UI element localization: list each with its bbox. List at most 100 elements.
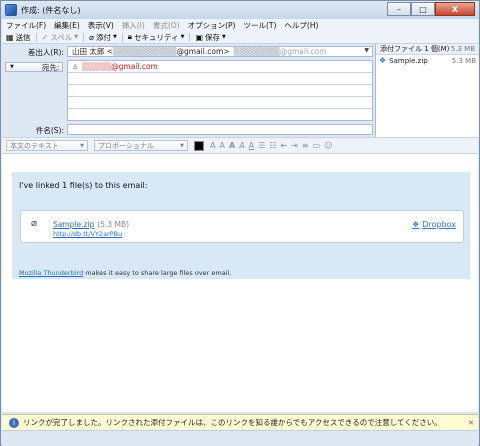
dropbox-label[interactable]: Dropbox bbox=[422, 220, 456, 229]
redacted-text: ▒▒▒▒▒ bbox=[82, 62, 112, 71]
attachment-total-size: 5.3 MB bbox=[450, 45, 475, 53]
chevron-down-icon: ▼ bbox=[10, 64, 14, 70]
toolbar-separator bbox=[83, 32, 85, 42]
underline-icon[interactable]: A bbox=[249, 141, 254, 150]
recipient-row[interactable]: ♙ ▒▒▒▒▒ @gmail.com bbox=[68, 61, 372, 73]
bullet-list-icon[interactable]: ☰ bbox=[258, 141, 265, 150]
menu-insert[interactable]: 挿入(I) bbox=[118, 20, 149, 31]
font-select[interactable]: プロポーショナル ▼ bbox=[94, 140, 188, 151]
menu-format[interactable]: 書式(O) bbox=[149, 20, 184, 31]
from-name: 山田 太郎 < bbox=[72, 47, 114, 56]
dropbox-icon: ❖ bbox=[379, 56, 387, 65]
recipient-row-empty[interactable] bbox=[68, 85, 372, 97]
filelink-footer: Mozilla Thunderbird makes it easy to sha… bbox=[19, 269, 231, 277]
close-button[interactable]: X bbox=[435, 2, 475, 16]
attachment-title: 添付ファイル 1 個(M) bbox=[380, 45, 450, 53]
checkmark-icon: ✓ bbox=[41, 32, 49, 42]
filelink-file[interactable]: Sample.zip (5.3 MB) bbox=[53, 220, 129, 229]
bold-icon[interactable]: A bbox=[229, 141, 235, 150]
recipient-row-empty[interactable] bbox=[68, 97, 372, 109]
from-select[interactable]: 山田 太郎 < ▒▒▒▒▒▒▒▒▒▒▒ @gmail.com> ▒▒▒▒▒▒▒▒… bbox=[67, 46, 373, 57]
filelink-intro: I've linked 1 file(s) to this email: bbox=[19, 181, 148, 190]
filelink-footer-text: makes it easy to share large files over … bbox=[83, 269, 232, 277]
redacted-text: ▒▒▒▒▒▒▒▒ bbox=[233, 47, 280, 56]
lock-icon: 🔒︎ bbox=[127, 32, 133, 41]
attachment-name: Sample.zip bbox=[389, 56, 428, 65]
toolbar-separator bbox=[35, 32, 37, 42]
security-button[interactable]: 🔒︎ セキュリティ ▼ bbox=[124, 32, 189, 43]
send-button[interactable]: ▦ 送信 bbox=[2, 32, 35, 43]
subject-label: 件名(S): bbox=[35, 126, 64, 135]
font-larger-icon[interactable]: A bbox=[210, 141, 215, 150]
send-icon: ▦ bbox=[6, 32, 14, 42]
emoticon-icon[interactable]: ☺ bbox=[324, 141, 332, 150]
align-icon[interactable]: ≡ bbox=[302, 141, 309, 150]
chevron-down-icon: ▼ bbox=[222, 34, 226, 40]
attachment-item[interactable]: ❖ Sample.zip 5.3 MB bbox=[376, 55, 479, 66]
recipient-type-select[interactable]: ▼ 宛先: bbox=[5, 62, 63, 72]
insert-icon[interactable]: ▭ bbox=[313, 141, 321, 150]
recipient-list[interactable]: ♙ ▒▒▒▒▒ @gmail.com bbox=[67, 60, 373, 121]
dropbox-link[interactable]: ❖ Dropbox bbox=[412, 220, 456, 229]
attach-button[interactable]: ⌀ 添付 ▼ bbox=[85, 32, 121, 43]
menu-bar: ファイル(F) 編集(E) 表示(V) 挿入(I) 書式(O) オプション(P)… bbox=[2, 19, 478, 31]
chevron-down-icon: ▼ bbox=[180, 34, 185, 40]
title-bar[interactable]: 作成: (件名なし) – □ X bbox=[1, 1, 479, 19]
menu-options[interactable]: オプション(P) bbox=[184, 20, 240, 31]
menu-file[interactable]: ファイル(F) bbox=[2, 20, 50, 31]
filelink-card: I've linked 1 file(s) to this email: ⌀ S… bbox=[12, 172, 470, 279]
paperclip-icon: ⌀ bbox=[89, 32, 94, 42]
message-body[interactable]: I've linked 1 file(s) to this email: ⌀ S… bbox=[2, 154, 478, 412]
italic-icon[interactable]: A bbox=[239, 141, 244, 150]
close-icon[interactable]: ✕ bbox=[468, 419, 474, 427]
numbered-list-icon[interactable]: ☷ bbox=[269, 141, 276, 150]
chevron-down-icon: ▼ bbox=[80, 142, 84, 149]
maximize-button[interactable]: □ bbox=[411, 2, 435, 16]
paragraph-format-select[interactable]: 本文のテキスト ▼ bbox=[6, 140, 88, 151]
attachment-pane: 添付ファイル 1 個(M) 5.3 MB ❖ Sample.zip 5.3 MB bbox=[375, 44, 479, 137]
status-bar bbox=[2, 430, 478, 446]
spell-button[interactable]: ✓ スペル ▼ bbox=[38, 32, 83, 43]
chevron-down-icon: ▼ bbox=[364, 47, 369, 54]
window-controls: – □ X bbox=[387, 2, 475, 16]
compose-toolbar: ▦ 送信 ✓ スペル ▼ ⌀ 添付 ▼ 🔒︎ セキュリティ ▼ ▣ 保存 ▼ bbox=[2, 31, 478, 44]
format-toolbar: 本文のテキスト ▼ プロポーショナル ▼ A A A A A ☰ ☷ ⇤ ⇥ ≡… bbox=[2, 137, 478, 154]
redacted-text: ▒▒▒▒▒▒▒▒▒▒▒ bbox=[113, 47, 177, 56]
toolbar-separator bbox=[121, 32, 123, 42]
filelink-url[interactable]: http://db.tt/VY2arPBu bbox=[53, 230, 122, 238]
chevron-down-icon: ▼ bbox=[74, 34, 79, 40]
send-label: 送信 bbox=[15, 32, 31, 42]
chevron-down-icon: ▼ bbox=[112, 34, 117, 40]
dropbox-icon: ❖ bbox=[412, 220, 420, 229]
from-label: 差出人(R): bbox=[27, 48, 64, 57]
from-email: @gmail.com> bbox=[176, 47, 230, 56]
menu-tools[interactable]: ツール(T) bbox=[239, 20, 280, 31]
spell-label: スペル bbox=[50, 32, 73, 42]
address-header: 差出人(R): 山田 太郎 < ▒▒▒▒▒▒▒▒▒▒▒ @gmail.com> … bbox=[2, 44, 374, 137]
outdent-icon[interactable]: ⇤ bbox=[280, 141, 287, 150]
paragraph-format-value: 本文のテキスト bbox=[10, 141, 59, 150]
filelink-filesize: (5.3 MB) bbox=[97, 220, 130, 229]
security-label: セキュリティ bbox=[134, 32, 179, 42]
filelink-filename[interactable]: Sample.zip bbox=[53, 220, 94, 229]
minimize-button[interactable]: – bbox=[387, 2, 411, 16]
menu-help[interactable]: ヘルプ(H) bbox=[280, 20, 322, 31]
subject-input[interactable] bbox=[67, 124, 373, 135]
font-smaller-icon[interactable]: A bbox=[219, 141, 224, 150]
person-icon: ♙ bbox=[72, 62, 79, 71]
recipient-row-empty[interactable] bbox=[68, 73, 372, 85]
attachment-header[interactable]: 添付ファイル 1 個(M) 5.3 MB bbox=[376, 44, 479, 55]
save-button[interactable]: ▣ 保存 ▼ bbox=[191, 32, 229, 43]
compose-window: 作成: (件名なし) – □ X ファイル(F) 編集(E) 表示(V) 挿入(… bbox=[0, 0, 480, 446]
thunderbird-icon bbox=[5, 4, 17, 16]
font-value: プロポーショナル bbox=[98, 141, 154, 150]
menu-edit[interactable]: 編集(E) bbox=[50, 20, 84, 31]
thunderbird-link[interactable]: Mozilla Thunderbird bbox=[19, 269, 83, 277]
indent-icon[interactable]: ⇥ bbox=[291, 141, 298, 150]
text-color-picker[interactable] bbox=[194, 140, 204, 151]
notification-text: リンクが完了しました。リンクされた添付ファイルは、このリンクを知る誰からでもアク… bbox=[23, 418, 442, 427]
menu-view[interactable]: 表示(V) bbox=[84, 20, 118, 31]
info-icon: i bbox=[9, 417, 19, 428]
from-alt-email: @gmail.com bbox=[279, 47, 327, 56]
attachment-size: 5.3 MB bbox=[451, 56, 476, 65]
